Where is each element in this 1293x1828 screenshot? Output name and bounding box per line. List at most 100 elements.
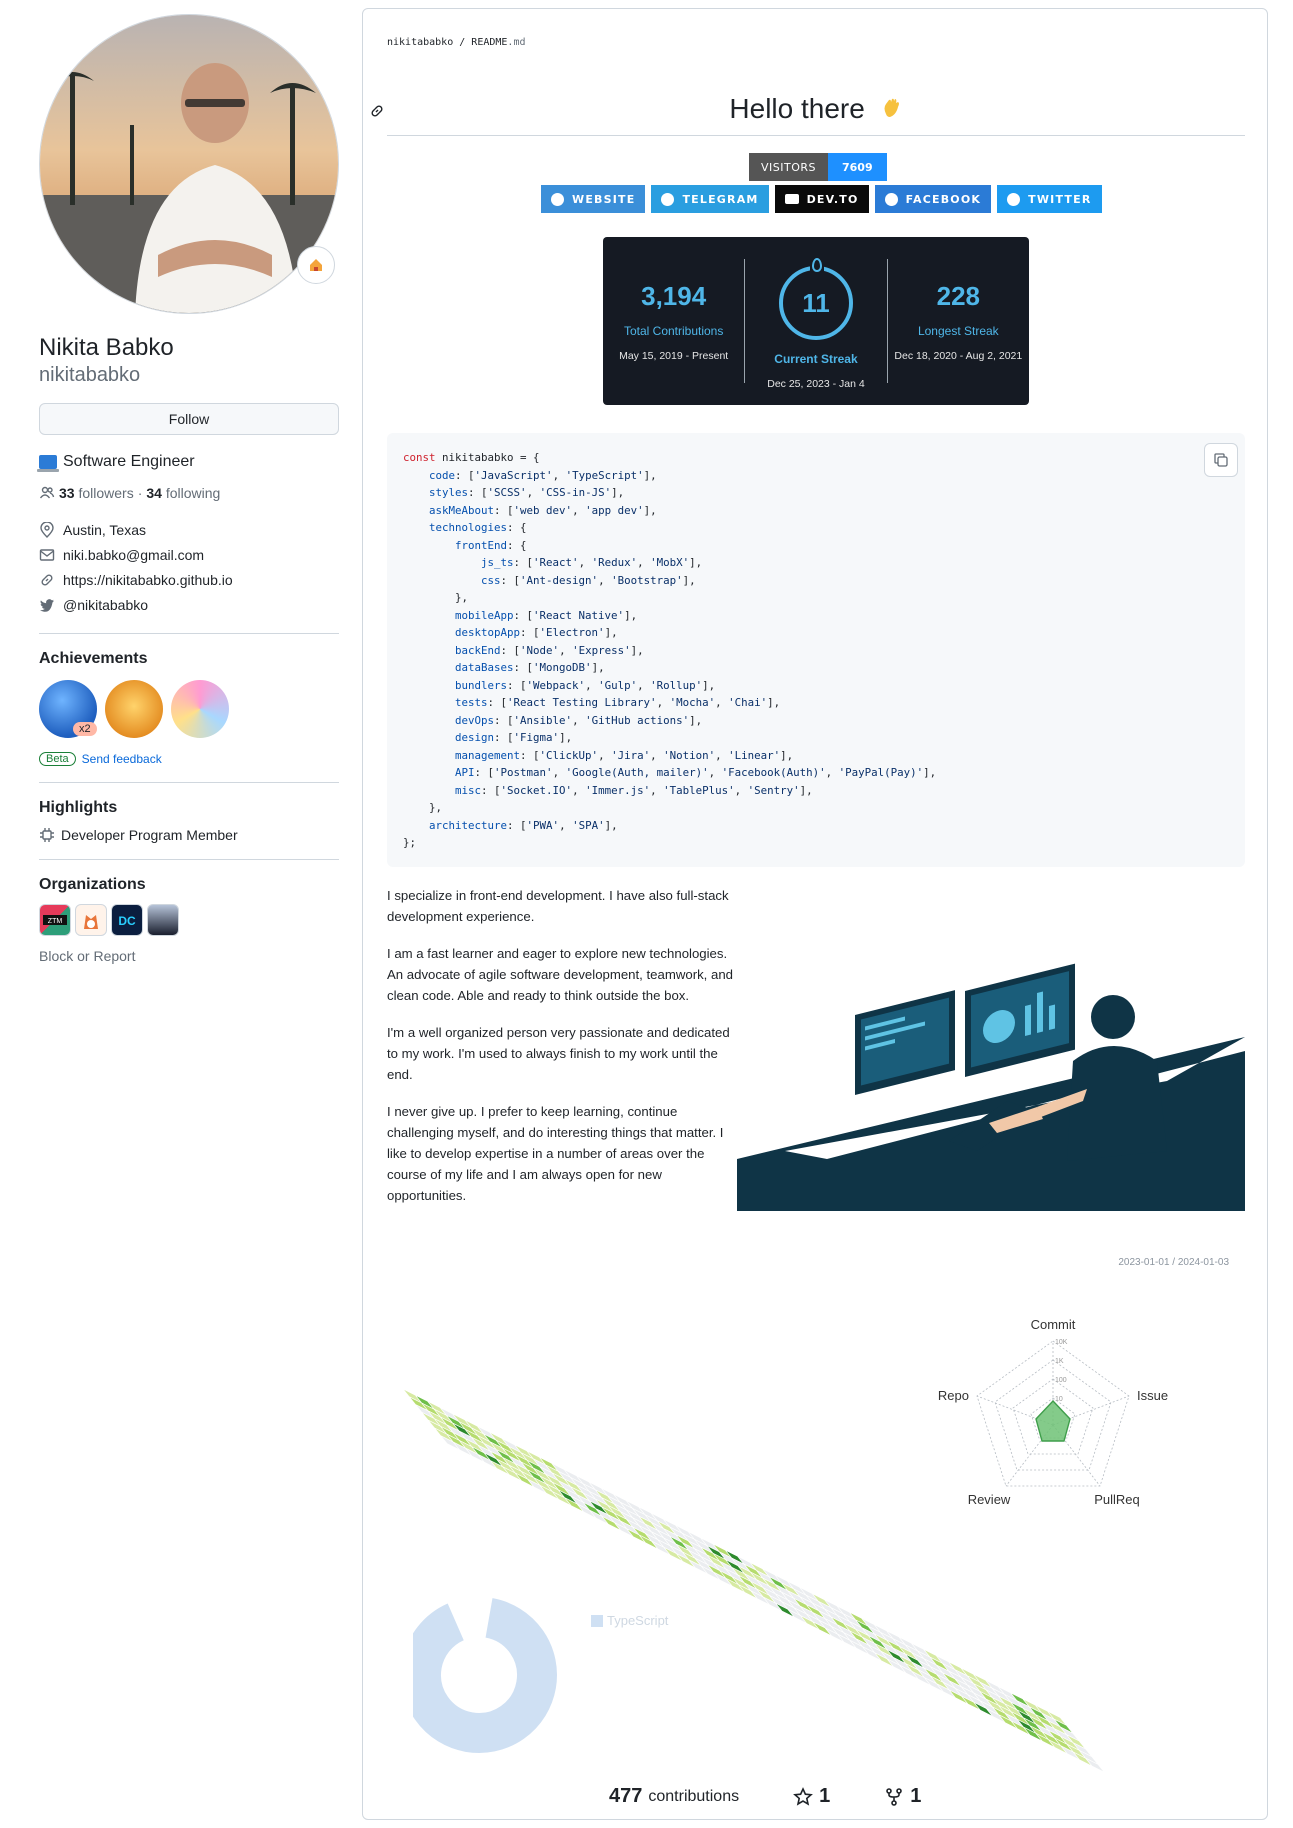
waving-hand-icon [884,98,899,117]
facebook-icon [884,192,898,206]
star-icon [793,1786,814,1806]
visitors-label: VISITORS [749,153,828,181]
location-icon [40,521,54,538]
about-paragraph: I'm a well organized person very passion… [387,1025,730,1082]
org-dc-avatar[interactable]: DC [111,904,143,936]
organizations-title: Organizations [39,876,146,893]
send-feedback-link[interactable]: Send feedback [82,752,162,766]
website-badge[interactable]: WEBSITE [541,185,646,213]
website-item[interactable]: https://nikitababko.github.io [39,567,339,592]
bio-text: Software Engineer [63,453,195,470]
divider [39,859,339,860]
telegram-badge[interactable]: TELEGRAM [651,185,769,213]
radar-scale-label: 10 [1055,1396,1063,1403]
total-contributions-stat: 3,194 Total Contributions May 15, 2019 -… [619,280,729,362]
cpu-icon [40,828,54,842]
radar-axis-pullreq: PullReq [1094,1492,1140,1507]
language-donut-chart: TypeScript [413,1597,669,1753]
status-emoji-button[interactable] [297,246,335,284]
location-item: Austin, Texas [39,517,339,542]
breadcrumb-user-link[interactable]: nikitababko [387,37,453,48]
donut-legend-label: TypeScript [607,1613,669,1628]
copy-code-button[interactable] [1204,443,1238,477]
radar-axis-repo: Repo [938,1388,969,1403]
visitors-count: 7609 [828,153,887,181]
achievement-multiplier: x2 [73,722,97,736]
achievement-cowboy-badge[interactable] [105,680,163,738]
org-ztm-avatar[interactable]: ZTM [39,904,71,936]
org-fox-avatar[interactable] [75,904,107,936]
code-block: const nikitababko = { code: ['JavaScript… [387,433,1245,867]
divider [39,633,339,634]
about-text: I specialize in front-end development. I… [387,885,735,1222]
radar-scale-label: 10K [1055,1339,1068,1346]
dot-separator: · [137,485,143,501]
svg-text:DC: DC [118,914,136,928]
readme-card: nikitababko / README.md Hello there VISI… [362,8,1268,1820]
facebook-badge[interactable]: FACEBOOK [874,185,992,213]
home-icon [310,259,322,271]
forks-stat: 1 [884,1785,921,1808]
twitter-badge[interactable]: TWITTER [997,185,1102,213]
beta-label: Beta [39,752,76,766]
profile-bio: Software Engineer [37,453,339,472]
readme-breadcrumb: nikitababko / README.md [387,37,526,48]
radar-axis-review: Review [968,1492,1011,1507]
longest-streak-stat: 228 Longest Streak Dec 18, 2020 - Aug 2,… [894,280,1023,362]
radar-scale-label: 1K [1055,1358,1064,1365]
followers-link[interactable]: 33 followers [59,485,134,501]
profile-details: Austin, Texas niki.babko@gmail.com https… [39,517,339,617]
readme-heading: Hello there [387,93,1245,125]
visitors-badge: VISITORS 7609 [749,153,887,181]
globe-icon [551,192,564,206]
svg-text:ZTM: ZTM [48,918,63,925]
follow-stats: 33 followers · 34 following [39,485,339,501]
highlights-title: Highlights [39,799,118,816]
people-icon [39,486,55,499]
heading-divider [387,135,1245,136]
radar-scale-label: 100 [1055,1377,1067,1384]
achievements-title: Achievements [39,650,148,667]
anchor-link-icon[interactable] [369,103,385,119]
highlight-item: Developer Program Member [39,827,339,843]
date-range: 2023-01-01 / 2024-01-03 [1118,1257,1229,1268]
avatar[interactable] [39,14,339,314]
twitter-item[interactable]: @nikitababko [39,592,339,617]
follow-button[interactable]: Follow [39,403,339,435]
twitter-icon [40,598,54,612]
profile-sidebar: Nikita Babko nikitababko Follow Software… [37,14,339,964]
radar-axis-commit: Commit [1031,1317,1076,1332]
telegram-icon [661,192,675,206]
radar-axis-issue: Issue [1137,1388,1168,1403]
contribution-stats: 477 contributions 1 1 [609,1785,921,1808]
devto-badge[interactable]: DEV.TO [774,185,869,213]
github-streak-card: 3,194 Total Contributions May 15, 2019 -… [603,237,1029,405]
current-streak-stat: 11 Current Streak Dec 25, 2023 - Jan 4 [745,237,886,405]
contributions-stat: 477 contributions [609,1785,740,1807]
following-link[interactable]: 34 following [146,485,220,501]
divider [39,782,339,783]
legend-swatch [591,1615,603,1627]
block-report-link[interactable]: Block or Report [39,948,339,964]
beta-feedback-row: Beta Send feedback [39,752,339,766]
about-paragraph: I am a fast learner and eager to explore… [387,946,734,1003]
profile-username: nikitababko [39,364,141,386]
twitter-bird-icon [1007,192,1021,206]
laptop-icon [37,455,59,472]
social-badges: WEBSITE TELEGRAM DEV.TO FACEBOOK TWITTER [541,185,1102,213]
profile-full-name: Nikita Babko [39,334,174,361]
achievement-yolo-badge[interactable] [171,680,229,738]
avatar-container [39,14,339,314]
org-anime-avatar[interactable] [147,904,179,936]
developer-illustration [737,963,1245,1211]
streak-ring: 11 [778,256,853,340]
link-icon [41,573,53,586]
organizations-list: ZTM DC [39,904,339,936]
about-paragraph: I never give up. I prefer to keep learni… [387,1104,724,1203]
achievements-list: x2 [39,680,339,738]
devto-icon [784,194,799,204]
about-paragraph: I specialize in front-end development. I… [387,888,729,924]
mail-icon [39,548,55,561]
email-item[interactable]: niki.babko@gmail.com [39,542,339,567]
achievement-shark-badge[interactable]: x2 [39,680,97,738]
